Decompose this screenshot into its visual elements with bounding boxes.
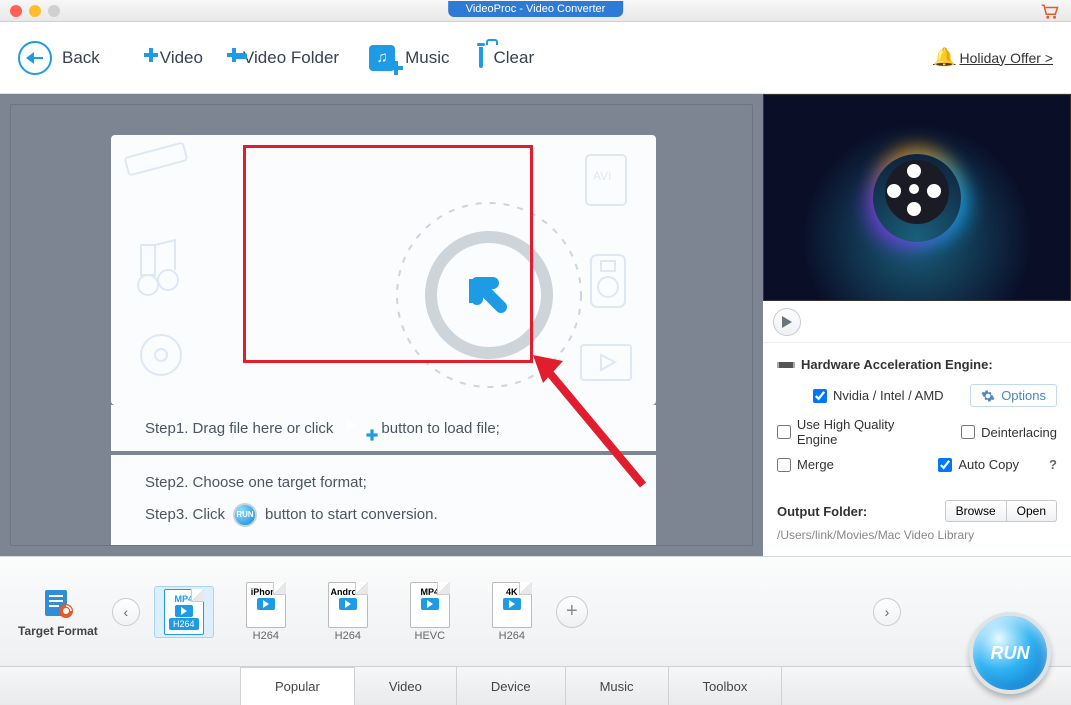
tab-device[interactable]: Device <box>457 667 566 705</box>
run-button[interactable]: RUN <box>969 612 1051 694</box>
format-option-android-h264[interactable]: AndroidH264H264 <box>318 582 378 642</box>
output-panel: Output Folder: Browse Open /Users/link/M… <box>763 492 1071 556</box>
music-label: Music <box>405 48 449 68</box>
tab-popular[interactable]: Popular <box>240 667 355 705</box>
autocopy-label: Auto Copy <box>958 457 1019 472</box>
engine-panel: Hardware Acceleration Engine: Nvidia / I… <box>763 343 1071 492</box>
deinterlace-label: Deinterlacing <box>981 425 1057 440</box>
step3-text-b: button to start conversion. <box>265 506 438 523</box>
options-button[interactable]: Options <box>970 384 1057 407</box>
back-arrow-icon <box>18 41 52 75</box>
video-icon <box>339 416 375 440</box>
maximize-window-icon[interactable] <box>48 5 60 17</box>
tab-video[interactable]: Video <box>355 667 457 705</box>
close-window-icon[interactable] <box>10 5 22 17</box>
clear-label: Clear <box>493 48 534 68</box>
window-controls <box>0 5 60 17</box>
run-icon: RUN <box>233 503 257 527</box>
options-label: Options <box>1001 388 1046 403</box>
svg-text:AVI: AVI <box>593 169 611 183</box>
step1-text-b: button to load file; <box>381 420 499 437</box>
deinterlace-checkbox[interactable]: Deinterlacing <box>961 425 1057 440</box>
sidebar: Hardware Acceleration Engine: Nvidia / I… <box>763 94 1071 556</box>
merge-checkbox[interactable]: Merge <box>777 457 834 472</box>
formats-prev-button[interactable]: ‹ <box>112 598 140 626</box>
nvidia-label: Nvidia / Intel / AMD <box>833 388 944 403</box>
step3-text-a: Step3. Click <box>145 506 225 523</box>
format-option-4k-h264[interactable]: 4KH264H264 <box>482 582 542 642</box>
format-option-mp4-h264[interactable]: MP4H264H264 <box>154 586 214 638</box>
format-option-iphone-h264[interactable]: iPhoneH264H264 <box>236 582 296 642</box>
preview-controls <box>763 301 1071 343</box>
nvidia-checkbox[interactable]: Nvidia / Intel / AMD <box>813 388 944 403</box>
back-button[interactable]: Back <box>18 41 100 75</box>
add-music-button[interactable]: ♫ Music <box>369 45 449 71</box>
annotation-arrow-icon <box>533 355 673 505</box>
add-format-button[interactable]: + <box>556 596 588 628</box>
format-strip: MP4H264H264 iPhoneH264H264 AndroidH264H264… <box>154 582 542 642</box>
bell-icon: 🔔 <box>933 47 955 68</box>
merge-label: Merge <box>797 457 834 472</box>
open-button[interactable]: Open <box>1007 500 1057 522</box>
holiday-offer-link[interactable]: 🔔 Holiday Offer > <box>933 47 1053 68</box>
engine-title: Hardware Acceleration Engine: <box>777 357 1057 372</box>
output-folder-label: Output Folder: <box>777 504 867 519</box>
titlebar: VideoProc - Video Converter <box>0 0 1071 22</box>
play-button[interactable] <box>773 308 801 336</box>
format-option-mp4-hevc[interactable]: MP4HEVCHEVC <box>400 582 460 642</box>
step1-text-a: Step1. Drag file here or click <box>145 420 333 437</box>
holiday-offer-label: Holiday Offer > <box>959 50 1053 66</box>
help-icon[interactable]: ? <box>1049 457 1057 472</box>
drop-stage: AVI Step1. Drag file here or <box>0 94 763 556</box>
autocopy-checkbox[interactable]: Auto Copy <box>938 457 1019 472</box>
app-logo-icon <box>873 154 961 242</box>
browse-button[interactable]: Browse <box>945 500 1007 522</box>
engine-title-text: Hardware Acceleration Engine: <box>801 357 993 372</box>
tab-music[interactable]: Music <box>566 667 669 705</box>
tab-toolbox[interactable]: Toolbox <box>669 667 783 705</box>
chip-icon <box>777 360 795 370</box>
hq-label: Use High Quality Engine <box>797 417 937 447</box>
target-format-label: Target Format <box>18 624 98 638</box>
add-video-folder-button[interactable]: Video Folder <box>233 48 339 68</box>
clear-button[interactable]: Clear <box>479 48 534 68</box>
cart-icon[interactable] <box>1041 4 1059 20</box>
formats-bar: Target Format ‹ MP4H264H264 iPhoneH264H26… <box>0 556 1071 666</box>
target-format-icon <box>41 586 75 620</box>
add-video-button[interactable]: Video <box>150 48 203 68</box>
hq-checkbox[interactable]: Use High Quality Engine <box>777 417 937 447</box>
play-icon <box>782 316 792 328</box>
formats-next-button[interactable]: › <box>873 598 901 626</box>
output-path: /Users/link/Movies/Mac Video Library <box>777 528 1057 542</box>
video-folder-label: Video Folder <box>243 48 339 68</box>
target-format-button[interactable]: Target Format <box>18 586 98 638</box>
main-area: AVI Step1. Drag file here or <box>0 94 1071 556</box>
back-label: Back <box>62 48 100 68</box>
preview-pane <box>763 94 1071 301</box>
gear-icon <box>981 389 995 403</box>
music-icon: ♫ <box>369 45 395 71</box>
tabs-bar: PopularVideoDeviceMusicToolbox <box>0 666 1071 705</box>
minimize-window-icon[interactable] <box>29 5 41 17</box>
window-title: VideoProc - Video Converter <box>448 1 624 17</box>
toolbar: Back Video Video Folder ♫ Music Clear 🔔 … <box>0 22 1071 94</box>
annotation-highlight-box <box>243 145 533 363</box>
trash-icon <box>479 49 483 67</box>
